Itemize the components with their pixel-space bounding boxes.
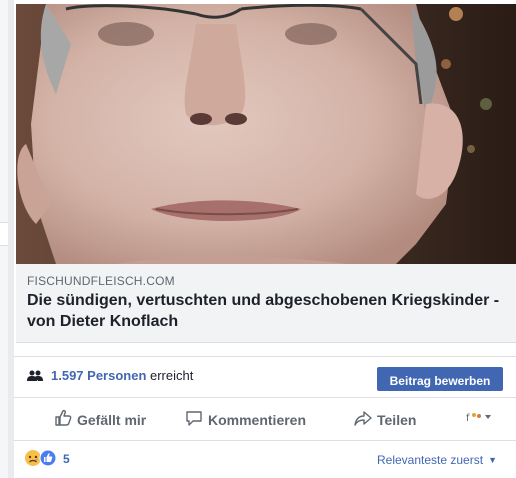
reaction-count[interactable]: 5 <box>63 452 70 466</box>
share-label: Teilen <box>377 411 417 428</box>
speech-bubble-icon <box>185 409 208 430</box>
emoji-selector-icon[interactable]: f <box>466 411 492 423</box>
reach-bar: 1.597 Personen erreicht Beitrag bewerben <box>14 356 516 397</box>
left-edge-tab <box>0 222 8 246</box>
share-button[interactable]: Teilen <box>354 409 416 430</box>
reach-suffix: erreicht <box>146 368 194 383</box>
svg-text:f: f <box>466 413 470 423</box>
reach-summary: 1.597 Personen erreicht <box>51 368 193 383</box>
reach-count-link[interactable]: 1.597 Personen <box>51 368 146 383</box>
post-actions: Gefällt mir Kommentieren Teilen f <box>14 397 516 441</box>
reaction-icons[interactable] <box>24 449 57 472</box>
comment-label: Kommentieren <box>208 411 307 428</box>
link-preview-image[interactable] <box>16 4 516 264</box>
people-icon <box>27 369 43 387</box>
reactions-bar: 5 Relevanteste zuerst ▼ <box>14 440 516 478</box>
caret-down-icon: ▼ <box>488 455 497 465</box>
comment-button[interactable]: Kommentieren <box>185 409 306 430</box>
link-domain: FISCHUNDFLEISCH.COM <box>27 274 175 288</box>
like-button[interactable]: Gefällt mir <box>54 409 146 430</box>
comment-sort-menu[interactable]: Relevanteste zuerst ▼ <box>377 453 497 467</box>
thumbs-up-icon <box>54 409 77 430</box>
like-label: Gefällt mir <box>77 411 147 428</box>
sort-label: Relevanteste zuerst <box>377 453 484 467</box>
link-preview[interactable]: FISCHUNDFLEISCH.COM Die sündigen, vertus… <box>16 264 516 343</box>
like-reaction-icon <box>39 449 57 472</box>
link-headline[interactable]: Die sündigen, vertuschten und abgeschobe… <box>27 290 507 332</box>
post-card: FISCHUNDFLEISCH.COM Die sündigen, vertus… <box>14 0 516 478</box>
share-arrow-icon <box>354 409 377 430</box>
promote-post-button[interactable]: Beitrag bewerben <box>377 367 503 391</box>
page-left-edge <box>0 0 8 478</box>
portrait-photo <box>16 4 516 264</box>
